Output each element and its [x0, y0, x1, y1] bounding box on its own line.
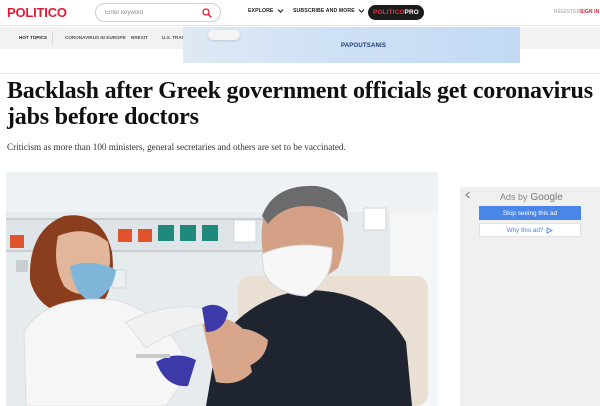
- nav-coronavirus-in-europe[interactable]: CORONAVIRUS IN EUROPE: [65, 35, 126, 40]
- sign-in-link[interactable]: SIGN IN: [580, 9, 599, 15]
- stop-seeing-ad-button[interactable]: Stop seeing this ad: [479, 206, 581, 220]
- pro-label-brand: POLITICO: [373, 9, 405, 16]
- register-link[interactable]: REGISTER: [554, 9, 580, 15]
- why-this-ad-button[interactable]: Why this ad?: [479, 223, 581, 237]
- google-ad-panel: Ads by Google Stop seeing this ad Why th…: [460, 187, 600, 406]
- divider: [52, 31, 53, 45]
- top-ad-banner[interactable]: PAPOUTSANIS: [183, 27, 520, 63]
- chevron-down-icon: [358, 9, 365, 14]
- article-dek: Criticism as more than 100 ministers, ge…: [7, 142, 346, 152]
- explore-menu[interactable]: EXPLORE: [248, 8, 284, 14]
- vaccination-photo-illustration: [6, 172, 438, 406]
- explore-label: EXPLORE: [248, 8, 274, 14]
- adchoices-icon: [547, 226, 554, 234]
- nav-hot-topics: HOT TOPICS: [19, 35, 47, 40]
- ads-by-google-label: Ads by Google: [500, 192, 563, 203]
- ad-product-image: [208, 30, 240, 40]
- politico-pro-button[interactable]: POLITICO PRO: [368, 5, 424, 20]
- subscribe-menu[interactable]: SUBSCRIBE AND MORE: [293, 8, 365, 14]
- back-arrow-icon[interactable]: [464, 191, 472, 199]
- subscribe-label: SUBSCRIBE AND MORE: [293, 8, 355, 14]
- article-headline: Backlash after Greek government official…: [7, 78, 593, 130]
- divider: [0, 73, 600, 74]
- chevron-down-icon: [277, 9, 283, 14]
- ads-by-text: Ads by: [500, 192, 528, 202]
- pro-label-pro: PRO: [404, 9, 419, 16]
- article-photo: [6, 172, 438, 406]
- search-icon[interactable]: [202, 8, 212, 18]
- why-this-ad-label: Why this ad?: [506, 226, 544, 234]
- google-wordmark: Google: [530, 192, 563, 203]
- search-box[interactable]: [95, 3, 221, 22]
- nav-brexit[interactable]: BREXIT: [131, 35, 148, 40]
- site-header: POLITICO EXPLORE SUBSCRIBE AND MORE POLI…: [0, 0, 600, 26]
- politico-logo[interactable]: POLITICO: [7, 5, 67, 20]
- ad-brand-text: PAPOUTSANIS: [341, 43, 387, 49]
- search-input[interactable]: [105, 7, 200, 19]
